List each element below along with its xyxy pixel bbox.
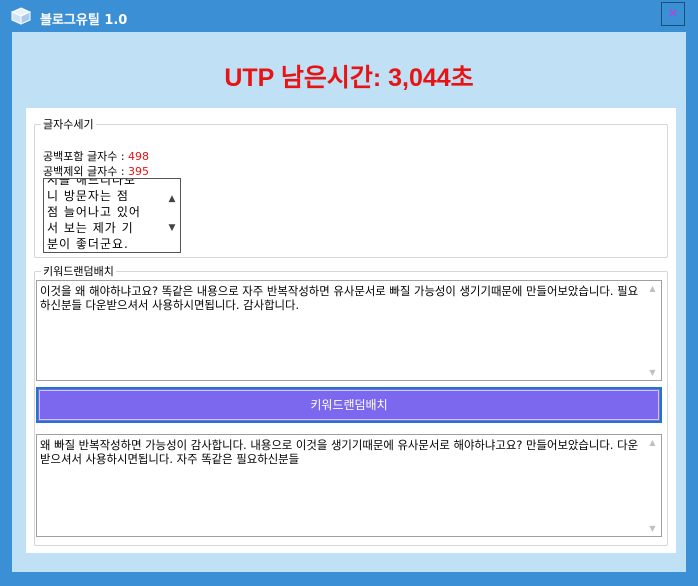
keyword-input-textarea[interactable]: 이것을 왜 해야하냐고요? 똑같은 내용으로 자주 반복작성하면 유사문서로 빠… [36, 280, 662, 381]
scroll-up-icon[interactable]: ▲ [644, 438, 661, 447]
close-icon: × [667, 6, 679, 21]
scroll-up-icon[interactable]: ▲ [164, 191, 180, 207]
content-panel: 글자수세기 공백포함 글자수 : 498 공백제외 글자수 : 395 시를 해… [26, 108, 676, 553]
window-title: 블로그유틸 1.0 [40, 13, 128, 28]
keyword-input-scrollbar[interactable]: ▲ ▼ [644, 281, 661, 380]
count-without-spaces: 공백제외 글자수 : 395 [43, 163, 149, 179]
count-with-spaces-label: 공백포함 글자수 : [43, 150, 125, 163]
keyword-input-content: 이것을 왜 해야하냐고요? 똑같은 내용으로 자주 반복작성하면 유사문서로 빠… [40, 284, 639, 312]
count-without-spaces-label: 공백제외 글자수 : [43, 165, 125, 178]
scroll-up-icon[interactable]: ▲ [644, 284, 661, 293]
char-count-legend: 글자수세기 [43, 118, 94, 131]
count-with-spaces-value: 498 [128, 150, 150, 163]
char-count-textarea-content: 시를 해드리다보 니 방문자는 점 점 늘어나고 있어 서 보는 제가 기 분이… [47, 178, 141, 251]
count-with-spaces: 공백포함 글자수 : 498 [43, 148, 149, 164]
scroll-down-icon[interactable]: ▼ [644, 368, 661, 377]
keyword-shuffle-legend: 키워드랜덤배치 [43, 265, 114, 278]
close-button[interactable]: × [661, 2, 685, 26]
char-count-textarea[interactable]: 시를 해드리다보 니 방문자는 점 점 늘어나고 있어 서 보는 제가 기 분이… [43, 178, 181, 253]
scroll-down-icon[interactable]: ▼ [164, 220, 180, 236]
keyword-output-textarea[interactable]: 왜 빠질 반복작성하면 가능성이 감사합니다. 내용으로 이것을 생기기때문에 … [36, 434, 662, 537]
utp-remaining-time: UTP 남은시간: 3,044초 [224, 64, 474, 92]
keyword-output-scrollbar[interactable]: ▲ ▼ [644, 435, 661, 536]
count-without-spaces-value: 395 [128, 165, 150, 178]
keyword-shuffle-button[interactable]: 키워드랜덤배치 [36, 387, 662, 423]
title-bar[interactable]: 블로그유틸 1.0 × [0, 0, 698, 32]
main-window: UTP 남은시간: 3,044초 글자수세기 공백포함 글자수 : 498 공백… [12, 32, 686, 572]
box-app-icon [11, 7, 31, 25]
keyword-output-content: 왜 빠질 반복작성하면 가능성이 감사합니다. 내용으로 이것을 생기기때문에 … [40, 438, 639, 466]
char-count-group: 글자수세기 공백포함 글자수 : 498 공백제외 글자수 : 395 시를 해… [34, 116, 668, 258]
scroll-down-icon[interactable]: ▼ [644, 524, 661, 533]
char-count-scrollbar[interactable]: ▲ ▼ [164, 179, 180, 252]
